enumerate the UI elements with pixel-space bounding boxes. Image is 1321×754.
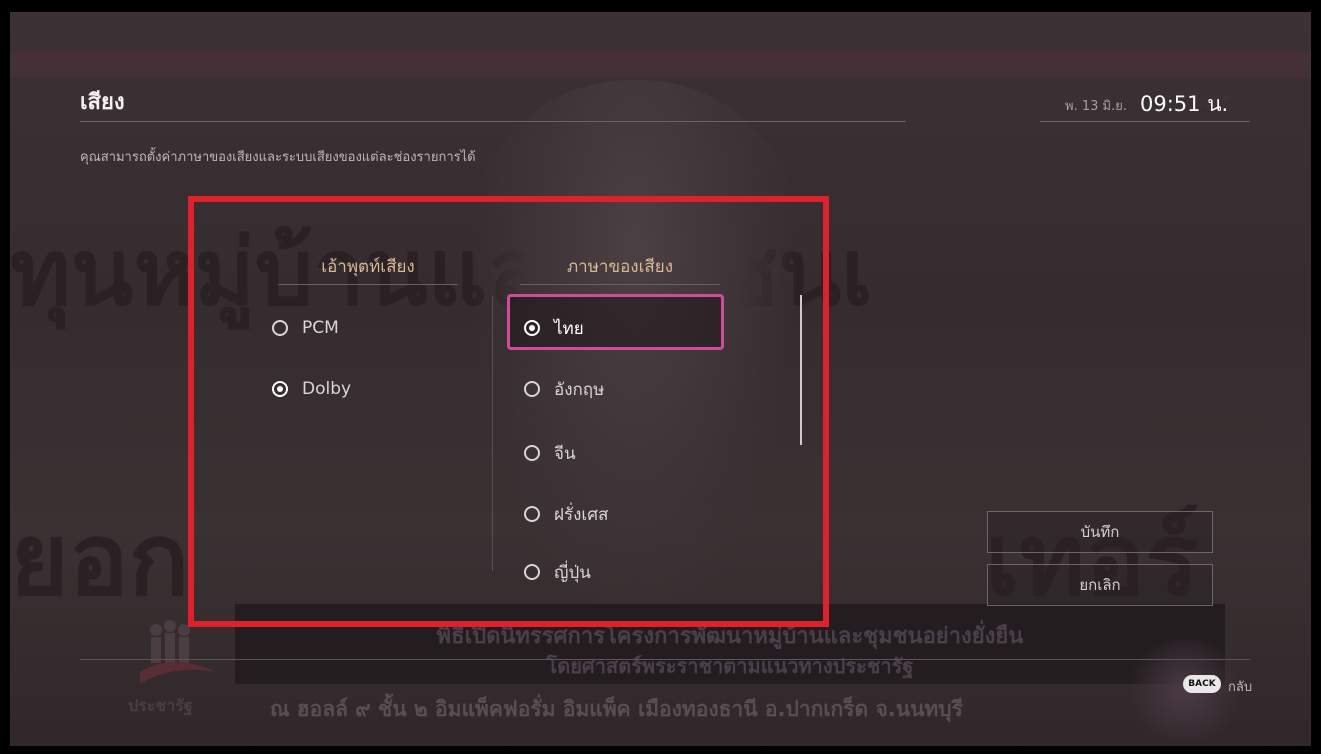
frame-left [0,0,10,754]
footer-divider [80,659,1250,660]
clock-divider [1040,121,1250,122]
frame-right [1311,0,1321,754]
page-title: เสียง [80,90,125,115]
background-bottom-caption: ณ ฮอลล์ ๙ ชั้น ๒ อิมแพ็คฟอรั่ม อิมแพ็ค เ… [270,697,963,721]
banner-line-2: โดยศาสตร์พระราชาตามแนวทางประชารัฐ [546,654,914,678]
cancel-button[interactable]: ยกเลิก [987,564,1213,606]
save-button[interactable]: บันทึก [987,511,1213,553]
page-description: คุณสามารถตั้งค่าภาษาของเสียงและระบบเสียง… [80,150,476,165]
date-label: พ. 13 มิ.ย. [1065,99,1127,114]
title-divider [80,121,906,122]
frame-bottom [0,746,1321,754]
frame-top [0,0,1321,12]
back-key-icon: BACK [1183,675,1221,693]
background-logo-label: ประชารัฐ [128,696,193,715]
annotation-highlight-box [188,196,829,627]
clock: 09:51 น. [1140,92,1229,116]
background-band [10,52,1311,78]
back-label: กลับ [1228,680,1253,695]
tv-screen: ทุนหมู่บ้านและชุมชนเ ยอก เทอร์ NBT พิธีเ… [0,0,1321,754]
